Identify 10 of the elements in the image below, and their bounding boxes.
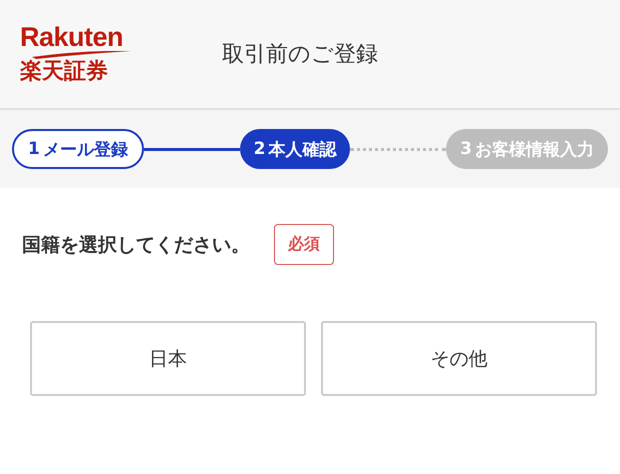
option-button[interactable]: その他 xyxy=(321,321,597,396)
question-text: 国籍を選択してください。 xyxy=(22,232,250,258)
required-badge: 必須 xyxy=(274,224,334,265)
step-pill: 2 本人確認 xyxy=(240,129,350,169)
logo-subtitle: 楽天証券 xyxy=(20,59,109,85)
step-pill: 3 お客様情報入力 xyxy=(446,129,608,169)
logo-wordmark: Rakuten xyxy=(20,23,124,51)
page-title: 取引前のご登録 xyxy=(222,41,378,69)
step-pill: 1 メール登録 xyxy=(12,129,144,169)
option-button[interactable]: 日本 xyxy=(30,321,306,396)
